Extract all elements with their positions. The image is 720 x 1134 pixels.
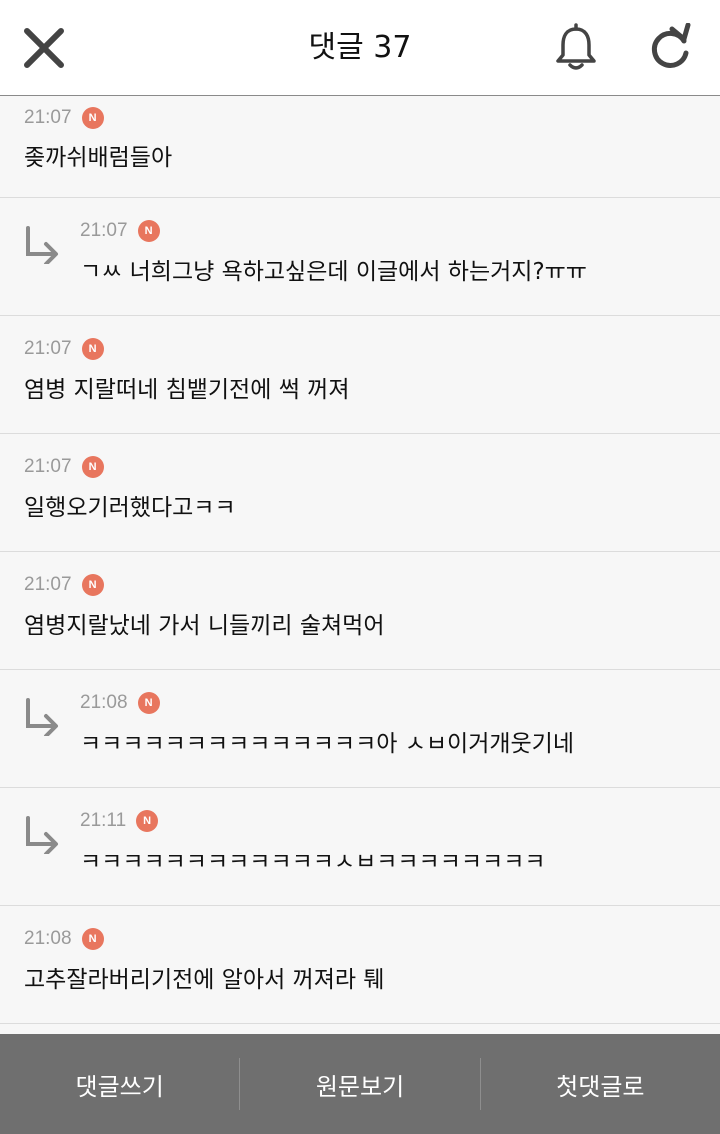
- comment-text: 염병지랄났네 가서 니들끼리 술쳐먹어: [24, 613, 385, 639]
- new-badge: N: [136, 810, 159, 832]
- comment-time: 21:07: [24, 107, 72, 128]
- comment-time: 21:08: [24, 928, 72, 949]
- new-badge: N: [81, 338, 104, 360]
- view-original-button[interactable]: 원문보기: [240, 1034, 479, 1134]
- comment-meta: 21:07 N: [24, 456, 104, 478]
- new-badge: N: [81, 456, 104, 478]
- notification-button[interactable]: [546, 18, 606, 78]
- comment-text: ㅋㅋㅋㅋㅋㅋㅋㅋㅋㅋㅋㅋㅅㅂㅋㅋㅋㅋㅋㅋㅋㅋ: [80, 849, 546, 875]
- page-title: 댓글 37: [308, 30, 412, 65]
- header: 댓글 37: [0, 0, 720, 96]
- bell-icon: [556, 23, 596, 70]
- bottom-bar: 댓글쓰기 원문보기 첫댓글로: [0, 1034, 720, 1134]
- new-badge: N: [81, 574, 104, 596]
- comment-time: 21:11: [80, 810, 127, 831]
- reply-arrow-icon: [26, 226, 58, 264]
- comment-list[interactable]: 21:07 N 좆까쉬배럼들아 21:07 N ㄱㅆ 너희그냥 욕하고싶은데 이글에서 하…: [0, 97, 720, 1024]
- reply-comment-item[interactable]: 21:11 N ㅋㅋㅋㅋㅋㅋㅋㅋㅋㅋㅋㅋㅅㅂㅋㅋㅋㅋㅋㅋㅋㅋ: [0, 788, 720, 906]
- comment-meta: 21:07 N: [80, 220, 160, 242]
- new-badge: N: [137, 220, 160, 242]
- new-badge: N: [81, 107, 104, 129]
- comment-meta: 21:07 N: [24, 338, 104, 360]
- refresh-button[interactable]: [641, 18, 701, 78]
- write-comment-button[interactable]: 댓글쓰기: [0, 1034, 239, 1134]
- reply-arrow-icon: [26, 698, 58, 736]
- comment-text: 고추잘라버리기전에 알아서 꺼져라 퉤: [24, 967, 385, 993]
- comment-meta: 21:11 N: [80, 810, 159, 832]
- comment-item[interactable]: 21:07 N 염병지랄났네 가서 니들끼리 술쳐먹어: [0, 552, 720, 670]
- comment-meta: 21:08 N: [80, 692, 160, 714]
- first-comment-button[interactable]: 첫댓글로: [481, 1034, 720, 1134]
- refresh-icon: [651, 23, 691, 68]
- new-badge: N: [137, 692, 160, 714]
- comment-text: 좆까쉬배럼들아: [24, 145, 173, 171]
- comment-item[interactable]: 21:07 N 좆까쉬배럼들아: [0, 97, 720, 198]
- comment-time: 21:07: [24, 574, 72, 595]
- comment-item[interactable]: 21:07 N 일행오기러했다고ㅋㅋ: [0, 434, 720, 552]
- comment-meta: 21:07 N: [24, 574, 104, 596]
- reply-comment-item[interactable]: 21:08 N ㅋㅋㅋㅋㅋㅋㅋㅋㅋㅋㅋㅋㅋㅋ아 ㅅㅂ이거개웃기네: [0, 670, 720, 788]
- comment-text: 염병 지랄떠네 침뱉기전에 썩 꺼져: [24, 377, 350, 403]
- comment-meta: 21:07 N: [24, 107, 104, 129]
- comment-text: ㄱㅆ 너희그냥 욕하고싶은데 이글에서 하는거지?ㅠㅠ: [80, 259, 587, 285]
- reply-comment-item[interactable]: 21:07 N ㄱㅆ 너희그냥 욕하고싶은데 이글에서 하는거지?ㅠㅠ: [0, 198, 720, 316]
- comment-time: 21:08: [80, 692, 128, 713]
- comment-time: 21:07: [24, 338, 72, 359]
- comment-item[interactable]: 21:08 N 고추잘라버리기전에 알아서 꺼져라 퉤: [0, 906, 720, 1024]
- reply-arrow-icon: [26, 816, 58, 854]
- new-badge: N: [81, 928, 104, 950]
- comment-meta: 21:08 N: [24, 928, 104, 950]
- comment-time: 21:07: [24, 456, 72, 477]
- comment-item[interactable]: 21:07 N 염병 지랄떠네 침뱉기전에 썩 꺼져: [0, 316, 720, 434]
- comment-text: ㅋㅋㅋㅋㅋㅋㅋㅋㅋㅋㅋㅋㅋㅋ아 ㅅㅂ이거개웃기네: [80, 731, 574, 757]
- comment-text: 일행오기러했다고ㅋㅋ: [24, 495, 236, 521]
- comment-time: 21:07: [80, 220, 128, 241]
